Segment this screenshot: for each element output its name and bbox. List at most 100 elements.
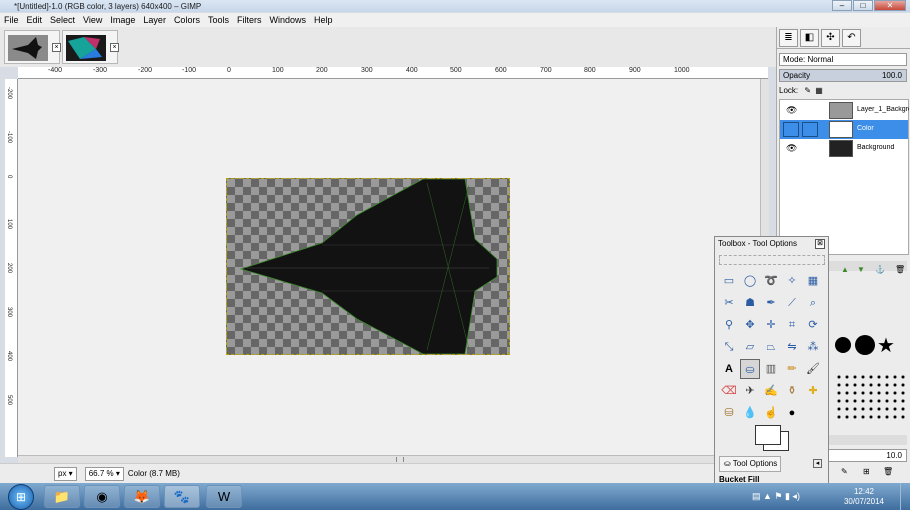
- ruler-label: 1000: [674, 67, 690, 74]
- spacing-value: 10.0: [886, 451, 902, 460]
- toolbox-close-button[interactable]: ⊠: [815, 239, 825, 249]
- move-icon[interactable]: ✥: [740, 315, 760, 335]
- image-canvas[interactable]: [226, 178, 510, 355]
- scissors-icon[interactable]: ✂: [719, 293, 739, 313]
- image-tab-2[interactable]: ×: [62, 30, 119, 64]
- shear-icon[interactable]: ▱: [740, 337, 760, 357]
- image-tab-1[interactable]: ×: [4, 30, 61, 64]
- layer-thumbnail: [829, 102, 853, 119]
- tray-icons[interactable]: ▤ ▲ ⚑ ▮ ◂): [752, 491, 800, 502]
- maximize-button[interactable]: □: [853, 0, 873, 11]
- firefox-icon[interactable]: 🦊: [124, 485, 160, 508]
- close-button[interactable]: ✕: [874, 0, 906, 11]
- new-brush-icon[interactable]: ⊞: [863, 467, 870, 476]
- paths-icon[interactable]: ✒: [761, 293, 781, 313]
- opacity-slider[interactable]: Opacity 100.0: [779, 69, 907, 82]
- minimize-button[interactable]: –: [832, 0, 852, 11]
- heal-icon[interactable]: ✚: [803, 381, 823, 401]
- crop-icon[interactable]: ⌗: [782, 315, 802, 335]
- eye-icon[interactable]: 👁: [786, 143, 797, 154]
- rect-select-icon[interactable]: ▭: [719, 271, 739, 291]
- rotate-icon[interactable]: ⟳: [803, 315, 823, 335]
- perspective-icon[interactable]: ⏢: [761, 337, 781, 357]
- menu-tools[interactable]: Tools: [208, 15, 229, 25]
- paintbrush-icon[interactable]: 🖌: [803, 359, 823, 379]
- brush-round-large-icon[interactable]: [855, 335, 875, 355]
- tab-close-icon[interactable]: ×: [110, 43, 119, 52]
- dodge-burn-icon[interactable]: ●: [782, 403, 802, 423]
- word-icon[interactable]: W: [206, 485, 242, 508]
- pencil-icon[interactable]: ✏: [782, 359, 802, 379]
- layer-row-selected[interactable]: Color: [780, 120, 908, 139]
- menu-help[interactable]: Help: [314, 15, 333, 25]
- show-desktop-button[interactable]: [900, 483, 910, 510]
- visibility-toggle[interactable]: [783, 122, 799, 137]
- layer-name: Background: [857, 144, 895, 151]
- ink-icon[interactable]: ✍: [761, 381, 781, 401]
- scale-icon[interactable]: ⤡: [719, 337, 739, 357]
- paths-tab-icon[interactable]: ✣: [821, 29, 840, 47]
- undo-tab-icon[interactable]: ↶: [842, 29, 861, 47]
- bucket-fill-icon[interactable]: ⛀: [740, 359, 760, 379]
- menu-image[interactable]: Image: [110, 15, 135, 25]
- delete-brush-icon[interactable]: 🗑: [883, 467, 893, 476]
- brush-star-icon[interactable]: ★: [877, 333, 895, 358]
- free-select-icon[interactable]: ➰: [761, 271, 781, 291]
- brush-round-icon[interactable]: [835, 337, 851, 353]
- chrome-icon[interactable]: ◉: [84, 485, 120, 508]
- blur-icon[interactable]: 💧: [740, 403, 760, 423]
- menu-filters[interactable]: Filters: [237, 15, 262, 25]
- lock-alpha-icon[interactable]: ▦: [815, 86, 823, 95]
- gimp-icon[interactable]: 🐾: [164, 485, 200, 508]
- fuzzy-select-icon[interactable]: ✧: [782, 271, 802, 291]
- tool-options-tab[interactable]: ⛀ Tool Options: [719, 456, 781, 472]
- smudge-icon[interactable]: ☝: [761, 403, 781, 423]
- align-icon[interactable]: ✛: [761, 315, 781, 335]
- eye-icon[interactable]: 👁: [786, 105, 797, 116]
- zoom-icon[interactable]: ⌕: [803, 293, 823, 313]
- menu-file[interactable]: File: [4, 15, 19, 25]
- lower-layer-icon[interactable]: ▼: [857, 265, 865, 274]
- foreground-select-icon[interactable]: ☗: [740, 293, 760, 313]
- edit-brush-icon[interactable]: ✎: [841, 467, 848, 476]
- ellipse-select-icon[interactable]: ◯: [740, 271, 760, 291]
- unit-select[interactable]: px ▾: [54, 466, 77, 481]
- menu-edit[interactable]: Edit: [27, 15, 43, 25]
- blend-icon[interactable]: ▥: [761, 359, 781, 379]
- menu-windows[interactable]: Windows: [269, 15, 306, 25]
- delete-layer-icon[interactable]: 🗑: [895, 265, 905, 274]
- text-tool-icon[interactable]: A: [719, 359, 739, 379]
- channels-tab-icon[interactable]: ◧: [800, 29, 819, 47]
- tab-menu-icon[interactable]: ◂: [813, 459, 822, 468]
- menu-select[interactable]: Select: [50, 15, 75, 25]
- brush-texture-grid[interactable]: [835, 373, 905, 421]
- mode-select[interactable]: Mode: Normal: [779, 53, 907, 66]
- flip-icon[interactable]: ⇋: [782, 337, 802, 357]
- color-select-icon[interactable]: ▦: [803, 271, 823, 291]
- lock-pixels-icon[interactable]: ✎: [804, 86, 811, 95]
- menu-colors[interactable]: Colors: [174, 15, 200, 25]
- horizontal-scrollbar[interactable]: [18, 455, 760, 463]
- explorer-icon[interactable]: 📁: [44, 485, 80, 508]
- zoom-select[interactable]: 66.7 % ▾: [84, 466, 124, 481]
- menu-view[interactable]: View: [83, 15, 102, 25]
- layer-row[interactable]: 👁 Layer_1_Backgro: [780, 101, 909, 120]
- layers-tab-icon[interactable]: ≣: [779, 29, 798, 47]
- raise-layer-icon[interactable]: ▲: [841, 265, 849, 274]
- layer-row[interactable]: 👁 Background: [780, 139, 908, 158]
- color-picker-icon[interactable]: ⟋: [782, 293, 802, 313]
- start-button[interactable]: ⊞: [8, 484, 34, 510]
- clone-icon[interactable]: ⚱: [782, 381, 802, 401]
- clock[interactable]: 12:42 30/07/2014: [844, 487, 884, 507]
- airbrush-icon[interactable]: ✈: [740, 381, 760, 401]
- tab-close-icon[interactable]: ×: [52, 43, 61, 52]
- scrollbar-grip[interactable]: [396, 457, 404, 462]
- eraser-icon[interactable]: ⌫: [719, 381, 739, 401]
- anchor-icon[interactable]: ⚓: [875, 265, 885, 274]
- menu-layer[interactable]: Layer: [143, 15, 166, 25]
- chain-toggle[interactable]: [802, 122, 818, 137]
- measure-icon[interactable]: ⚲: [719, 315, 739, 335]
- cage-icon[interactable]: ⁂: [803, 337, 823, 357]
- foreground-color-swatch[interactable]: [755, 425, 781, 445]
- perspective-clone-icon[interactable]: ⛁: [719, 403, 739, 423]
